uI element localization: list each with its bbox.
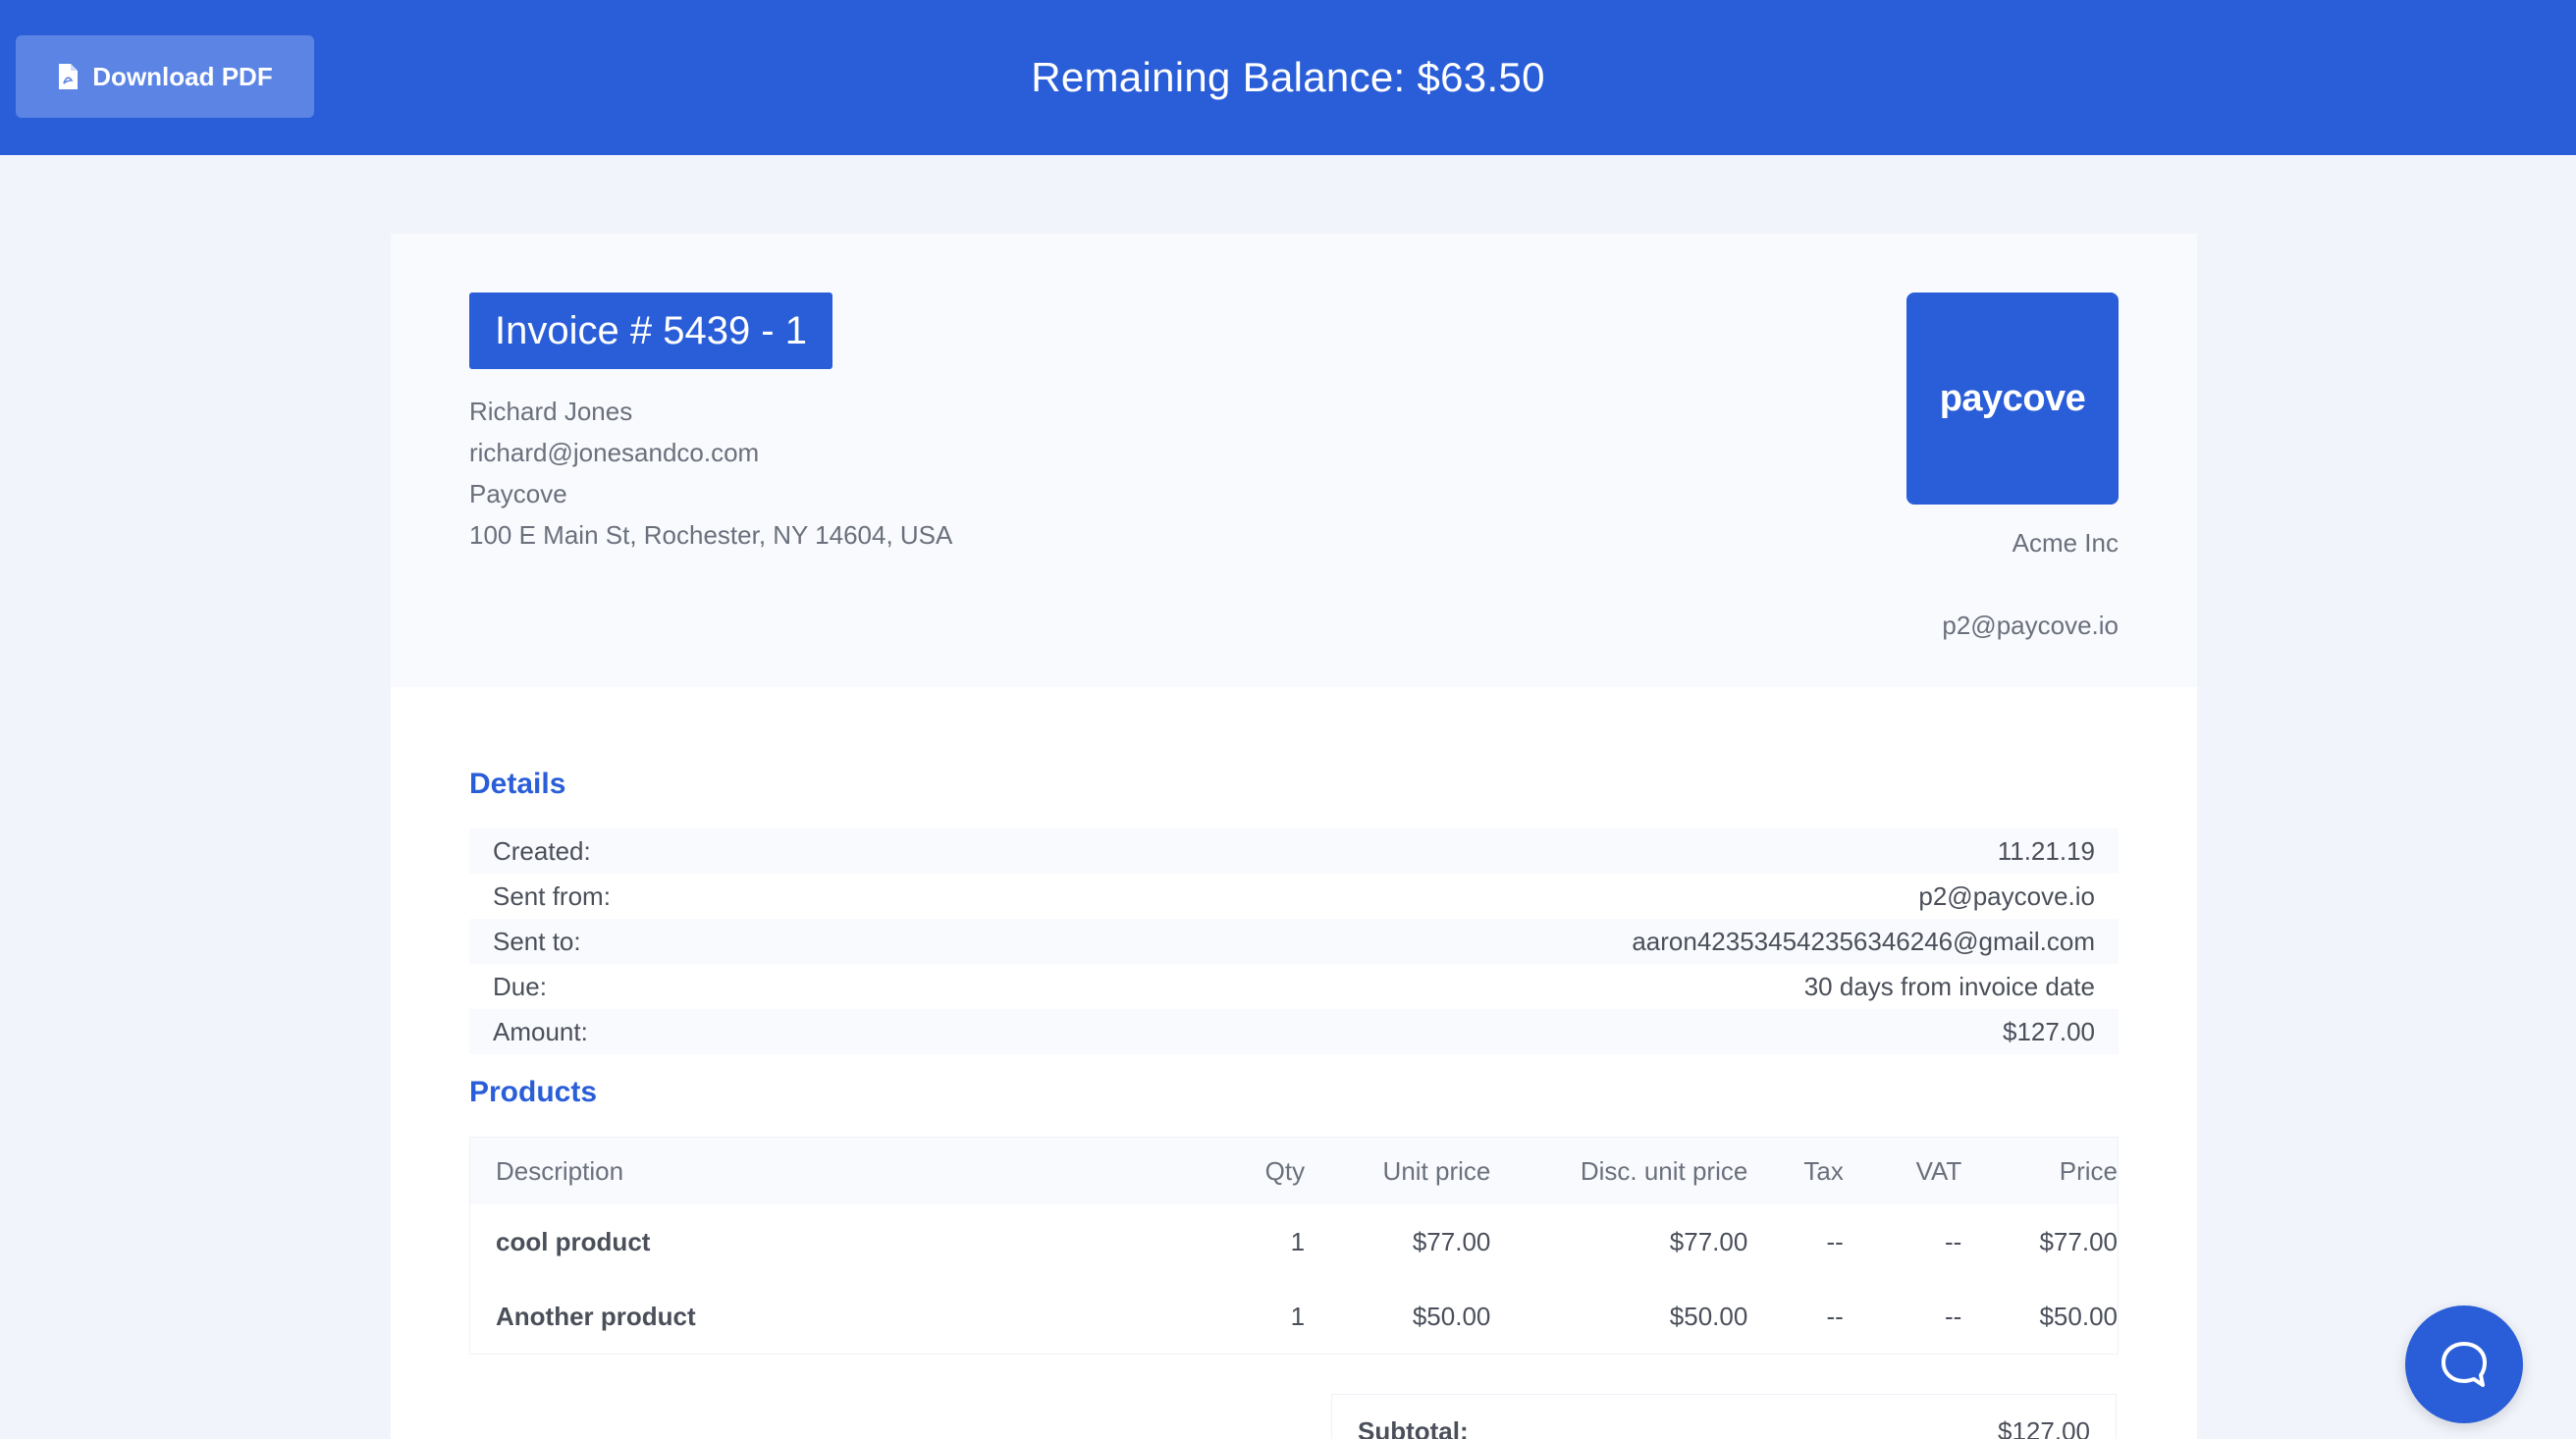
details-table: Created: 11.21.19 Sent from: p2@paycove.… <box>469 828 2119 1054</box>
product-unit-price: $77.00 <box>1412 1226 1491 1256</box>
sender-info: Richard Jones richard@jonesandco.com Pay… <box>469 391 952 556</box>
detail-row: Sent from: p2@paycove.io <box>469 874 2119 919</box>
column-header: Price <box>2059 1155 2118 1186</box>
product-row: cool product 1 $77.00 $77.00 -- -- $77.0… <box>470 1204 2118 1279</box>
detail-row: Created: 11.21.19 <box>469 828 2119 874</box>
detail-label: Created: <box>493 835 591 866</box>
product-vat: -- <box>1944 1226 1962 1256</box>
product-description: cool product <box>496 1226 651 1256</box>
details-heading: Details <box>469 768 566 800</box>
subtotal-value: $127.00 <box>1998 1416 2090 1439</box>
product-tax: -- <box>1826 1301 1844 1331</box>
detail-row: Due: 30 days from invoice date <box>469 964 2119 1009</box>
download-pdf-label: Download PDF <box>92 61 273 91</box>
product-row: Another product 1 $50.00 $50.00 -- -- $5… <box>470 1279 2118 1354</box>
subtotal-box: Subtotal: $127.00 <box>1331 1394 2117 1439</box>
chat-launcher-button[interactable] <box>2405 1306 2523 1423</box>
sender-email: richard@jonesandco.com <box>469 438 760 467</box>
product-disc-unit-price: $50.00 <box>1669 1301 1748 1331</box>
download-pdf-button[interactable]: Download PDF <box>16 35 314 118</box>
invoice-card: Invoice # 5439 - 1 Richard Jones richard… <box>391 234 2197 1439</box>
detail-value: 11.21.19 <box>1997 835 2095 866</box>
detail-row: Amount: $127.00 <box>469 1009 2119 1054</box>
sender-address: 100 E Main St, Rochester, NY 14604, USA <box>469 520 953 550</box>
sender-company: Paycove <box>469 479 567 508</box>
products-heading: Products <box>469 1076 598 1108</box>
sender-name: Richard Jones <box>469 397 633 426</box>
detail-value: p2@paycove.io <box>1918 880 2095 911</box>
detail-label: Amount: <box>493 1016 588 1046</box>
detail-label: Due: <box>493 971 547 1001</box>
products-header-row: Description Qty Unit price Disc. unit pr… <box>470 1138 2118 1204</box>
invoice-header: Invoice # 5439 - 1 Richard Jones richard… <box>391 234 2197 687</box>
product-qty: 1 <box>1290 1226 1306 1256</box>
product-vat: -- <box>1944 1301 1962 1331</box>
detail-value: aaron423534542356346246@gmail.com <box>1632 926 2095 956</box>
product-tax: -- <box>1826 1226 1844 1256</box>
product-unit-price: $50.00 <box>1412 1301 1491 1331</box>
logo-text: paycove <box>1939 377 2086 419</box>
paycove-logo: paycove <box>1906 293 2119 505</box>
file-pdf-icon <box>59 64 79 89</box>
subtotal-label: Subtotal: <box>1358 1416 1469 1439</box>
products-table: Description Qty Unit price Disc. unit pr… <box>469 1137 2119 1355</box>
remaining-balance-title: Remaining Balance: $63.50 <box>1031 54 1545 100</box>
column-header: Description <box>496 1155 624 1186</box>
detail-label: Sent from: <box>493 880 611 911</box>
invoice-number-badge: Invoice # 5439 - 1 <box>469 293 832 369</box>
detail-row: Sent to: aaron423534542356346246@gmail.c… <box>469 919 2119 964</box>
column-header: Tax <box>1803 1155 1844 1186</box>
column-header: Disc. unit price <box>1580 1155 1748 1186</box>
top-bar: Download PDF Remaining Balance: $63.50 <box>0 0 2576 155</box>
product-disc-unit-price: $77.00 <box>1669 1226 1748 1256</box>
product-price: $50.00 <box>2039 1301 2118 1331</box>
recipient-email: p2@paycove.io <box>1942 611 2119 640</box>
product-price: $77.00 <box>2039 1226 2118 1256</box>
recipient-company: Acme Inc <box>2012 528 2119 558</box>
column-header: VAT <box>1915 1155 1962 1186</box>
detail-label: Sent to: <box>493 926 581 956</box>
column-header: Unit price <box>1382 1155 1491 1186</box>
column-header: Qty <box>1264 1155 1306 1186</box>
detail-value: 30 days from invoice date <box>1803 971 2095 1001</box>
chat-bubble-icon <box>2442 1342 2487 1387</box>
detail-value: $127.00 <box>2003 1016 2095 1046</box>
product-description: Another product <box>496 1301 696 1331</box>
product-qty: 1 <box>1290 1301 1306 1331</box>
